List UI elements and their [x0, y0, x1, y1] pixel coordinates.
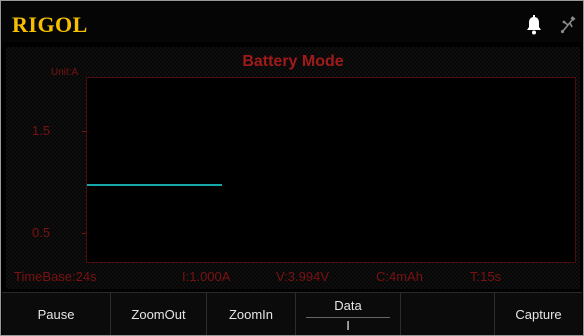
- instrument-screen: RIGOL Battery Mode Unit:A 1.5 0.5 TimeBa…: [0, 0, 584, 336]
- mode-title: Battery Mode: [242, 53, 344, 70]
- data-button-value: I: [346, 318, 350, 333]
- empty-softkey[interactable]: [401, 293, 495, 335]
- usb-icon: [560, 16, 576, 34]
- battery-mode-panel: Battery Mode Unit:A 1.5 0.5 TimeBase:24s…: [6, 47, 580, 289]
- plot-area: [86, 77, 576, 263]
- softkey-bar: Pause ZoomOut ZoomIn Data I Capture: [2, 292, 582, 335]
- data-button-label: Data: [334, 298, 362, 313]
- title-bar: RIGOL: [2, 2, 582, 42]
- zoom-out-button[interactable]: ZoomOut: [111, 293, 207, 335]
- pause-button[interactable]: Pause: [2, 293, 111, 335]
- y-tick-label: 0.5: [32, 225, 51, 240]
- current-readout: I:1.000A: [182, 269, 231, 284]
- unit-label: Unit:A: [51, 67, 79, 78]
- voltage-readout: V:3.994V: [276, 269, 330, 284]
- status-line: TimeBase:24s I:1.000A V:3.994V C:4mAh T:…: [6, 269, 580, 287]
- time-readout: T:15s: [470, 269, 502, 284]
- capture-button[interactable]: Capture: [495, 293, 582, 335]
- current-trace: [87, 184, 222, 186]
- y-tick-label: 1.5: [32, 123, 51, 138]
- capacity-readout: C:4mAh: [376, 269, 423, 284]
- data-button[interactable]: Data I: [296, 293, 401, 335]
- brand-logo: RIGOL: [12, 12, 88, 37]
- timebase-readout: TimeBase:24s: [14, 269, 97, 284]
- bell-icon[interactable]: [525, 15, 543, 35]
- zoom-in-button[interactable]: ZoomIn: [207, 293, 296, 335]
